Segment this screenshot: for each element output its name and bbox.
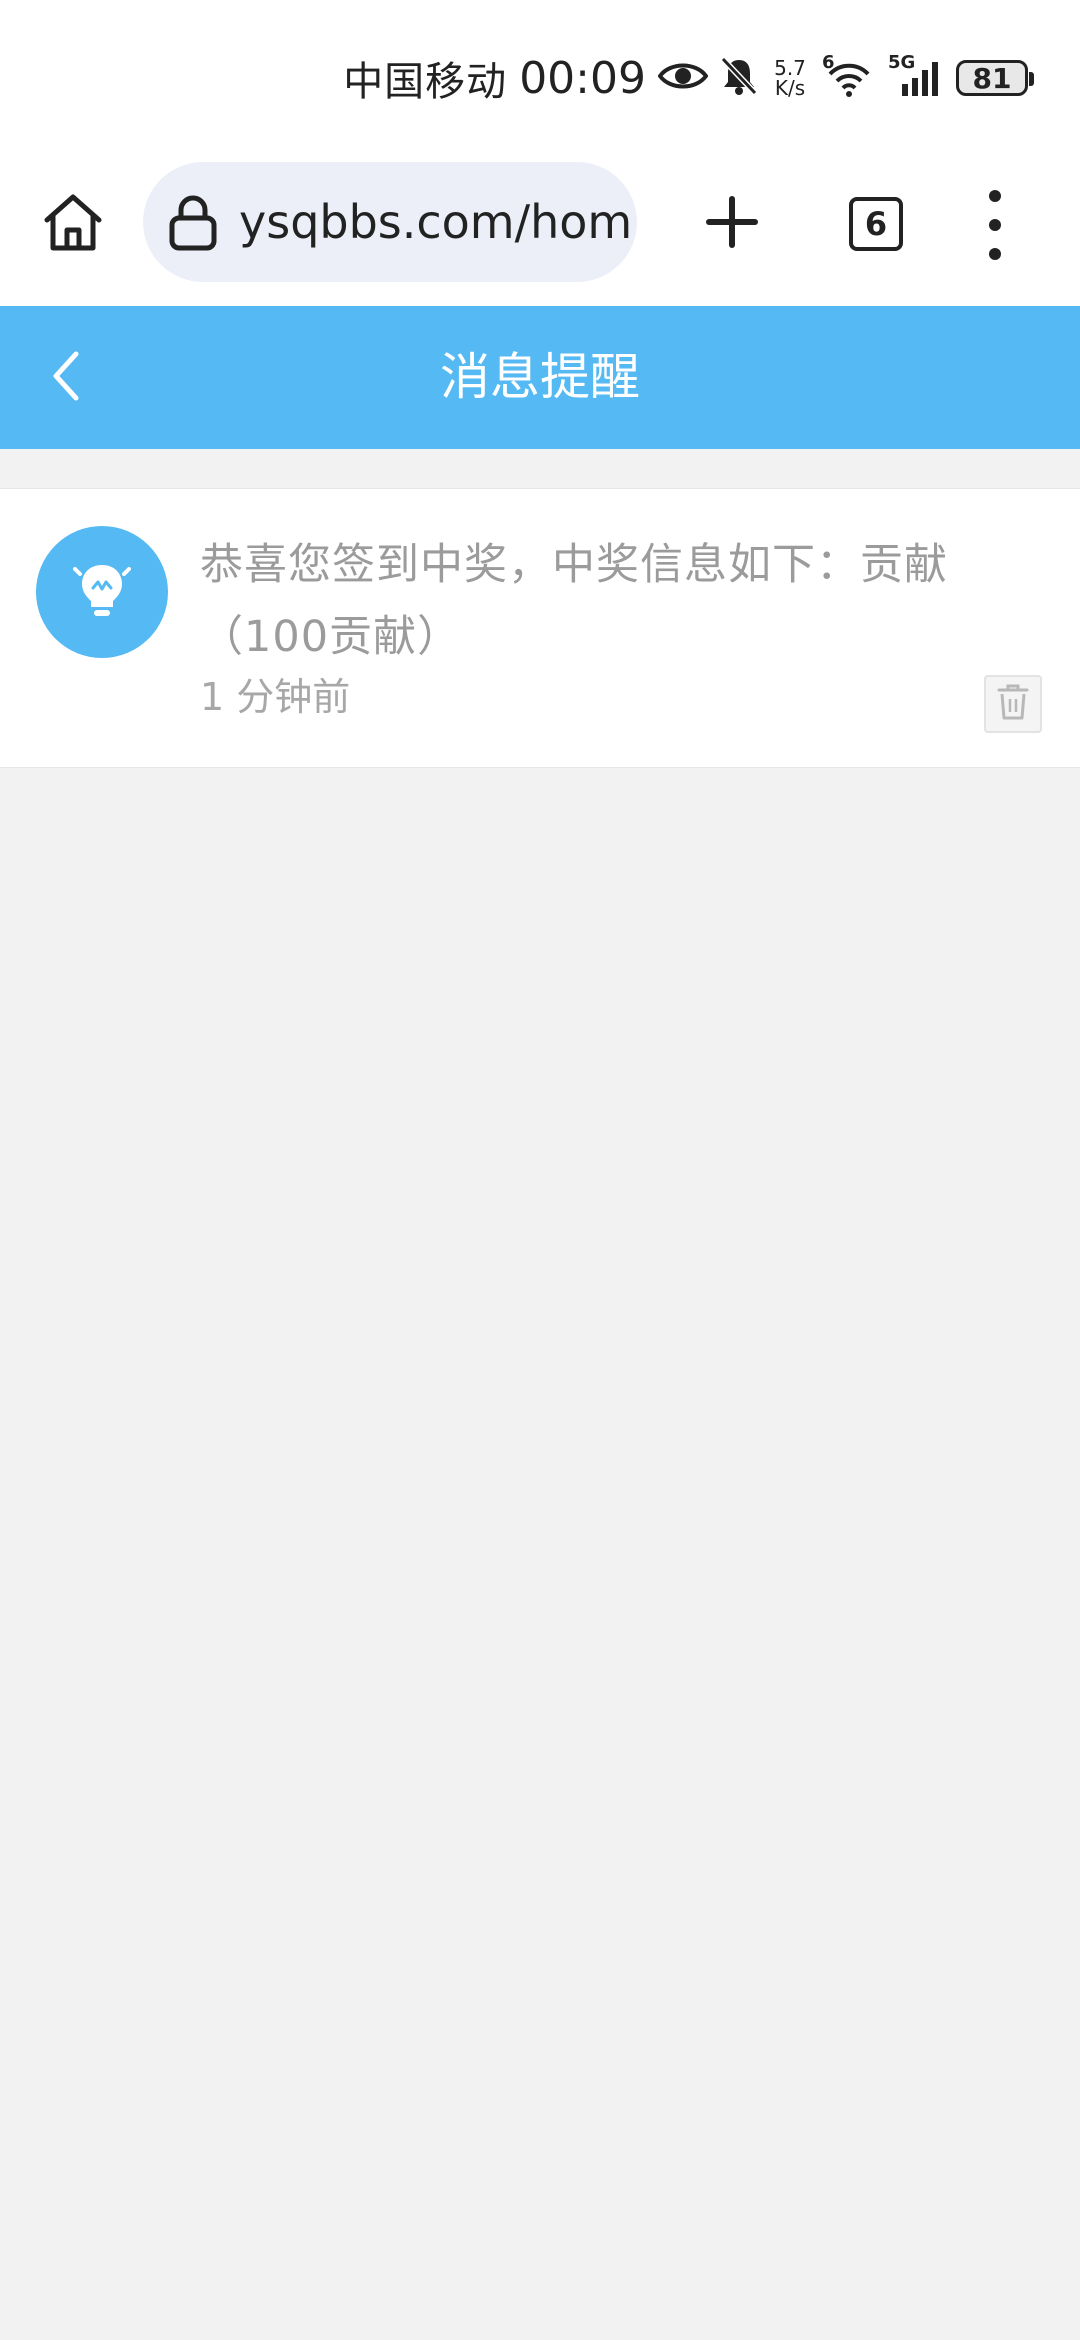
status-time: 00:09 bbox=[519, 52, 646, 104]
network-speed-value: 5.7 bbox=[774, 56, 806, 80]
plus-icon bbox=[705, 195, 759, 253]
avatar bbox=[36, 526, 168, 658]
tab-count: 6 bbox=[864, 205, 888, 243]
bell-muted-icon bbox=[720, 56, 758, 100]
battery-icon: 81 bbox=[956, 60, 1034, 96]
url-text: ysqbbs.com/hom bbox=[239, 195, 633, 249]
network-speed: 5.7 K/s bbox=[770, 58, 810, 98]
status-indicators: 中国移动 00:09 5.7 K/s 6 5G 81 bbox=[343, 52, 1034, 105]
eye-icon bbox=[657, 59, 709, 97]
battery-level: 81 bbox=[972, 61, 1012, 95]
home-icon bbox=[41, 192, 105, 258]
new-tab-button[interactable] bbox=[700, 192, 764, 256]
home-button[interactable] bbox=[38, 190, 108, 260]
signal-icon: 5G bbox=[888, 52, 944, 98]
lock-icon bbox=[165, 191, 221, 253]
page-title: 消息提醒 bbox=[440, 348, 640, 406]
trash-icon bbox=[995, 682, 1031, 726]
message-text: 恭喜您签到中奖，中奖信息如下：贡献（100贡献） bbox=[200, 540, 948, 662]
message-time: 1 分钟前 bbox=[200, 675, 351, 719]
app-header: 消息提醒 bbox=[0, 306, 1080, 449]
address-bar[interactable]: ysqbbs.com/hom bbox=[143, 162, 637, 282]
tab-switcher-button[interactable]: 6 bbox=[849, 197, 903, 251]
wifi-icon: 6 bbox=[822, 52, 876, 98]
status-bar: 中国移动 00:09 5.7 K/s 6 5G 81 bbox=[0, 0, 1080, 150]
carrier-name: 中国移动 bbox=[343, 59, 508, 105]
list-item[interactable]: 恭喜您签到中奖，中奖信息如下：贡献（100贡献） 1 分钟前 bbox=[0, 488, 1080, 768]
delete-button[interactable] bbox=[984, 675, 1042, 733]
more-vertical-icon[interactable] bbox=[975, 190, 1015, 260]
browser-toolbar: ysqbbs.com/hom 6 bbox=[0, 150, 1080, 306]
lightbulb-icon bbox=[67, 555, 137, 629]
network-speed-unit: K/s bbox=[774, 76, 806, 100]
